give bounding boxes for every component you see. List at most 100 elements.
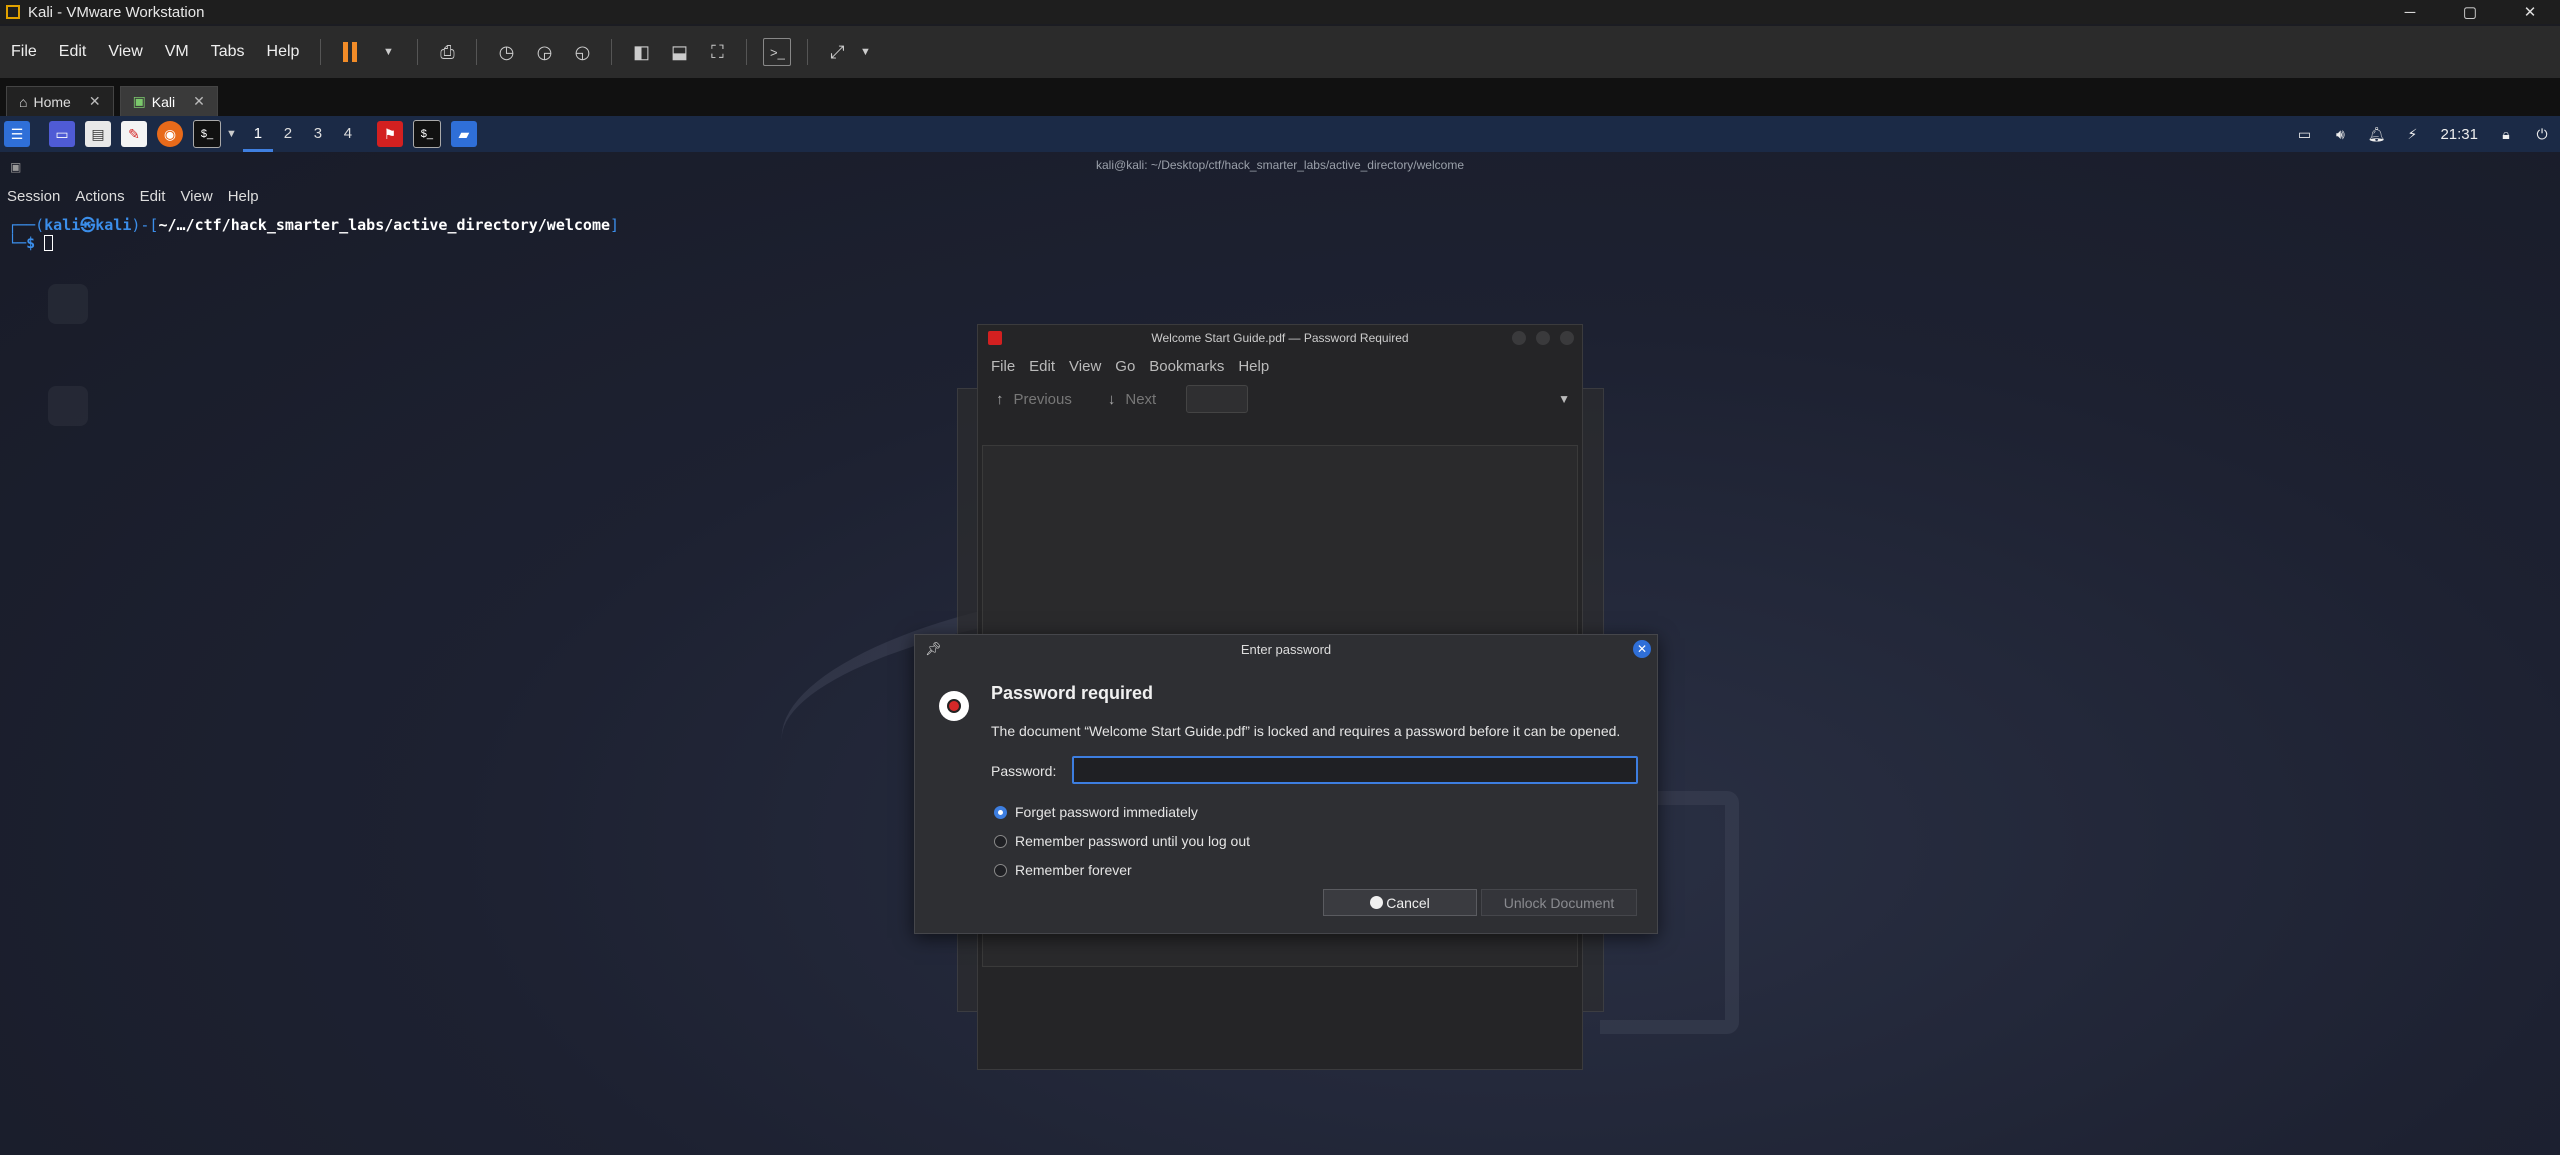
logout-icon[interactable]: ⏻ bbox=[2529, 121, 2555, 147]
chevron-down-icon[interactable]: ▼ bbox=[1558, 392, 1570, 406]
menu-view[interactable]: View bbox=[97, 43, 153, 61]
evince-toolbar: ↑ Previous ↓ Next ▼ bbox=[978, 381, 1582, 417]
firefox-icon[interactable]: ◉ bbox=[157, 121, 183, 147]
maximize-icon[interactable] bbox=[1536, 331, 1550, 345]
terminal-menubar: Session Actions Edit View Help bbox=[0, 188, 267, 208]
vmware-menubar: File Edit View VM Tabs Help ▼ ⎙ ◷ ◶ ◵ ◧ … bbox=[0, 26, 2560, 78]
chevron-down-icon[interactable]: ▼ bbox=[226, 128, 237, 140]
file-manager-icon[interactable]: ▤ bbox=[85, 121, 111, 147]
prompt-path: ~/…/ctf/hack_smarter_labs/active_directo… bbox=[158, 216, 611, 234]
kali-menu-icon[interactable]: ☰ bbox=[4, 121, 30, 147]
desktop-icon[interactable] bbox=[48, 284, 88, 324]
previous-button[interactable]: Previous bbox=[1014, 391, 1072, 408]
terminal-menu-actions[interactable]: Actions bbox=[68, 188, 132, 208]
maximize-button[interactable]: ▢ bbox=[2440, 0, 2500, 24]
revert-snapshot-icon[interactable]: ◶ bbox=[531, 39, 557, 65]
window-controls bbox=[1512, 331, 1574, 345]
show-desktop-icon[interactable]: ▭ bbox=[49, 121, 75, 147]
folder-taskbar-icon[interactable]: ▰ bbox=[450, 121, 477, 147]
evince-menu-go[interactable]: Go bbox=[1108, 358, 1142, 375]
menu-edit[interactable]: Edit bbox=[48, 43, 98, 61]
trash-icon[interactable] bbox=[48, 386, 88, 426]
snapshot-icon[interactable]: ◷ bbox=[493, 39, 519, 65]
evince-menu-help[interactable]: Help bbox=[1231, 358, 1276, 375]
close-icon[interactable]: ✕ bbox=[1633, 640, 1651, 658]
chevron-down-icon[interactable]: ▼ bbox=[852, 39, 878, 65]
menu-file[interactable]: File bbox=[0, 43, 48, 61]
lock-icon[interactable]: 🔒︎ bbox=[2493, 121, 2519, 147]
option-remember-forever[interactable]: Remember forever bbox=[994, 862, 1132, 878]
workspace-2[interactable]: 2 bbox=[273, 116, 303, 152]
snapshot-manager-icon[interactable]: ◵ bbox=[569, 39, 595, 65]
notification-bell-icon[interactable]: 🔔︎ bbox=[2363, 121, 2389, 147]
menu-tabs[interactable]: Tabs bbox=[200, 43, 256, 61]
terminal-input-line[interactable]: └─$ bbox=[8, 234, 54, 252]
pause-icon[interactable] bbox=[337, 39, 363, 65]
dialog-heading: Password required bbox=[991, 683, 1154, 703]
next-button[interactable]: Next bbox=[1125, 391, 1156, 408]
password-label: Password: bbox=[991, 763, 1057, 779]
cancel-button[interactable]: Cancel bbox=[1323, 889, 1477, 916]
minimize-button[interactable]: ─ bbox=[2380, 0, 2440, 24]
full-screen-icon[interactable]: ⤢ bbox=[824, 39, 850, 65]
workspace-3[interactable]: 3 bbox=[303, 116, 333, 152]
radio-unselected[interactable] bbox=[994, 834, 1007, 848]
toolbar-divider bbox=[320, 39, 322, 65]
menu-help[interactable]: Help bbox=[256, 43, 311, 61]
tab-home[interactable]: ⌂ Home ✕ bbox=[6, 86, 114, 116]
dialog-titlebar: 📌︎ Enter password ✕ bbox=[915, 635, 1657, 663]
terminal-menu-session[interactable]: Session bbox=[0, 188, 68, 208]
toolbar-divider bbox=[746, 39, 748, 65]
tab-kali[interactable]: ▣ Kali ✕ bbox=[119, 86, 218, 116]
terminal-taskbar-icon[interactable]: $_ bbox=[412, 120, 441, 148]
thumbnail-bar-icon[interactable]: ⬓ bbox=[666, 39, 692, 65]
arrow-up-icon: ↑ bbox=[996, 390, 1004, 408]
minimize-icon[interactable] bbox=[1512, 331, 1526, 345]
pdf-viewer-taskbar-icon[interactable]: ⚑ bbox=[376, 121, 403, 147]
locked-document-icon bbox=[939, 691, 969, 721]
send-ctrl-alt-del-icon[interactable]: ⎙ bbox=[434, 39, 460, 65]
close-icon[interactable] bbox=[1560, 331, 1574, 345]
power-manager-icon[interactable]: ⚡︎ bbox=[2399, 121, 2425, 147]
terminal-menu-help[interactable]: Help bbox=[221, 188, 267, 208]
option-label: Remember password until you log out bbox=[1015, 833, 1251, 849]
evince-menu-view[interactable]: View bbox=[1062, 358, 1108, 375]
display-icon[interactable]: ▭ bbox=[2291, 121, 2317, 147]
fit-window-icon[interactable]: ⛶ bbox=[704, 39, 730, 65]
console-view-icon[interactable]: >_ bbox=[763, 38, 792, 66]
evince-menu-file[interactable]: File bbox=[984, 358, 1022, 375]
terminal-icon[interactable]: $_ bbox=[193, 120, 221, 148]
evince-titlebar: Welcome Start Guide.pdf — Password Requi… bbox=[978, 325, 1582, 351]
evince-title: Welcome Start Guide.pdf — Password Requi… bbox=[1151, 331, 1409, 345]
terminal-menu-edit[interactable]: Edit bbox=[133, 188, 174, 208]
unlock-document-button[interactable]: Unlock Document bbox=[1481, 889, 1637, 916]
radio-unselected[interactable] bbox=[994, 863, 1007, 877]
workspace-1[interactable]: 1 bbox=[242, 116, 273, 152]
evince-menu-edit[interactable]: Edit bbox=[1022, 358, 1062, 375]
page-number-field[interactable] bbox=[1186, 385, 1249, 413]
chevron-down-icon[interactable]: ▼ bbox=[375, 39, 401, 65]
pin-icon[interactable]: 📌︎ bbox=[925, 641, 942, 657]
option-label: Forget password immediately bbox=[1015, 804, 1198, 820]
unlock-label: Unlock Document bbox=[1503, 894, 1615, 911]
password-input[interactable] bbox=[1072, 756, 1638, 784]
terminal-menu-view[interactable]: View bbox=[173, 188, 220, 208]
close-tab-icon[interactable]: ✕ bbox=[89, 93, 101, 110]
guest-display[interactable]: ☰ ▭ ▤ ✎ ◉ $_ ▼ 1 2 3 4 ⚑ $_ ▰ ▭ 🔊︎ 🔔︎ ⚡︎… bbox=[0, 116, 2560, 1155]
option-forget-immediately[interactable]: Forget password immediately bbox=[994, 804, 1198, 820]
close-tab-icon[interactable]: ✕ bbox=[193, 93, 205, 110]
volume-icon[interactable]: 🔊︎ bbox=[2327, 121, 2353, 147]
option-remember-until-logout[interactable]: Remember password until you log out bbox=[994, 833, 1250, 849]
evince-menu-bookmarks[interactable]: Bookmarks bbox=[1142, 358, 1231, 375]
home-icon: ⌂ bbox=[19, 93, 28, 110]
workspace-4[interactable]: 4 bbox=[333, 116, 363, 152]
menu-vm[interactable]: VM bbox=[154, 43, 200, 61]
clock[interactable]: 21:31 bbox=[2440, 126, 2478, 143]
close-button[interactable]: ✕ bbox=[2500, 0, 2560, 24]
dialog-message: The document “Welcome Start Guide.pdf” i… bbox=[991, 723, 1621, 739]
text-editor-icon[interactable]: ✎ bbox=[121, 121, 147, 147]
dialog-title: Enter password bbox=[1240, 641, 1332, 657]
sidebar-toggle-icon[interactable]: ◧ bbox=[628, 39, 654, 65]
radio-selected[interactable] bbox=[994, 805, 1007, 819]
prompt-user: kali㉿kali bbox=[44, 216, 132, 234]
